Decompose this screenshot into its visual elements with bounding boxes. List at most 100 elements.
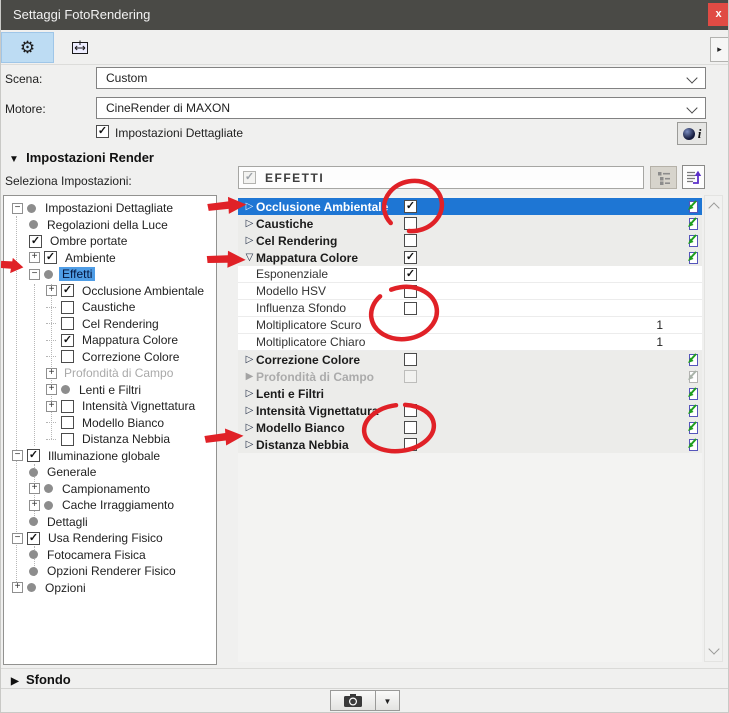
camera-dropdown-button[interactable]: ▼: [376, 690, 400, 711]
expand-icon[interactable]: +: [46, 368, 57, 379]
triangle-right-icon[interactable]: ▷: [243, 354, 256, 365]
tree-item-generale[interactable]: Generale: [4, 464, 216, 481]
effects-row-lenti-e-filtri[interactable]: ▷Lenti e Filtri: [238, 385, 702, 402]
tree-item-distanza-nebbia[interactable]: Distanza Nebbia: [4, 431, 216, 448]
tree-label[interactable]: Occlusione Ambientale: [79, 284, 207, 298]
row-checkbox-profondit-di-campo[interactable]: [404, 370, 417, 383]
camera-render-button[interactable]: [330, 690, 376, 711]
collapse-icon[interactable]: −: [12, 203, 23, 214]
triangle-right-icon[interactable]: ▷: [243, 235, 256, 246]
tree-item-correzione-colore[interactable]: Correzione Colore: [4, 349, 216, 366]
expand-icon[interactable]: +: [29, 483, 40, 494]
effects-row-intensit-vignettatura[interactable]: ▷Intensità Vignettatura: [238, 402, 702, 419]
tree-checkbox-occlusione-ambientale[interactable]: ✓: [61, 284, 74, 297]
settings-tree-panel[interactable]: − Impostazioni Dettagliate Regolazioni del…: [3, 195, 217, 665]
tree-item-illuminazione-globale[interactable]: −✓Illuminazione globale: [4, 448, 216, 465]
tree-checkbox-ambiente[interactable]: ✓: [44, 251, 57, 264]
tree-label[interactable]: Ombre portate: [47, 234, 130, 248]
row-checkbox-esponenziale[interactable]: ✓: [404, 268, 417, 281]
row-value-moltiplicatore-scuro[interactable]: 1: [618, 318, 663, 332]
tree-label[interactable]: Generale: [44, 465, 99, 479]
tree-checkbox-modello-bianco[interactable]: [61, 416, 74, 429]
list-view-button[interactable]: [650, 166, 677, 189]
tree-item-ambiente[interactable]: + ✓ Ambiente: [4, 250, 216, 267]
row-checkbox-distanza-nebbia[interactable]: [404, 438, 417, 451]
triangle-right-icon[interactable]: ▷: [243, 439, 256, 450]
tree-label[interactable]: Opzioni Renderer Fisico: [44, 564, 179, 578]
effects-row-correzione-colore[interactable]: ▷Correzione Colore: [238, 351, 702, 368]
tree-label[interactable]: Effetti: [59, 267, 95, 281]
scroll-up-icon[interactable]: [708, 202, 719, 213]
tree-label[interactable]: Intensità Vignettatura: [79, 399, 198, 413]
row-checkbox-correzione-colore[interactable]: [404, 353, 417, 366]
effects-row-moltiplicatore-scuro[interactable]: Moltiplicatore Scuro1: [238, 317, 702, 334]
tree-item-fotocamera-fisica[interactable]: Fotocamera Fisica: [4, 547, 216, 564]
row-value-moltiplicatore-chiaro[interactable]: 1: [618, 335, 663, 349]
tree-label[interactable]: Correzione Colore: [79, 350, 182, 364]
tree-item-occlusione-ambientale[interactable]: +✓Occlusione Ambientale: [4, 283, 216, 300]
effects-row-cel-rendering[interactable]: ▷Cel Rendering: [238, 232, 702, 249]
row-checkbox-influenza-sfondo[interactable]: [404, 302, 417, 315]
row-checkbox-occlusione-ambientale[interactable]: ✓: [404, 200, 417, 213]
row-checkbox-mappatura-colore[interactable]: ✓: [404, 251, 417, 264]
tree-checkbox-distanza-nebbia[interactable]: [61, 433, 74, 446]
tab-image-size[interactable]: [54, 32, 107, 63]
toolbar-overflow-button[interactable]: ▸: [710, 37, 729, 62]
close-button[interactable]: x: [708, 3, 729, 26]
tree-label[interactable]: Cache Irraggiamento: [59, 498, 177, 512]
tree-item-usa-rendering-fisico[interactable]: −✓Usa Rendering Fisico: [4, 530, 216, 547]
tree-checkbox-mappatura-colore[interactable]: ✓: [61, 334, 74, 347]
expand-icon[interactable]: +: [29, 252, 40, 263]
expand-icon[interactable]: +: [29, 500, 40, 511]
tree-label[interactable]: Impostazioni Dettagliate: [42, 201, 176, 215]
row-checkbox-cel-rendering[interactable]: [404, 234, 417, 247]
row-checkbox-modello-bianco[interactable]: [404, 421, 417, 434]
tree-label[interactable]: Campionamento: [59, 482, 153, 496]
tree-item-impostazioni-dettagliate[interactable]: − Impostazioni Dettagliate: [4, 200, 216, 217]
triangle-right-icon[interactable]: ▶: [243, 371, 256, 382]
impostazioni-render-section[interactable]: ▼ Impostazioni Render: [9, 150, 154, 165]
detailed-settings-checkbox[interactable]: ✓: [96, 125, 109, 138]
effects-row-mappatura-colore[interactable]: ▽Mappatura Colore✓: [238, 249, 702, 266]
tree-label[interactable]: Caustiche: [79, 300, 138, 314]
tree-label[interactable]: Mappatura Colore: [79, 333, 181, 347]
transfer-settings-icon[interactable]: [686, 438, 699, 457]
motore-select[interactable]: CineRender di MAXON: [96, 97, 706, 119]
sfondo-section[interactable]: ▶ Sfondo: [1, 668, 729, 689]
tree-checkbox-cel-rendering[interactable]: [61, 317, 74, 330]
tree-item-intensit-vignettatura[interactable]: +Intensità Vignettatura: [4, 398, 216, 415]
row-checkbox-caustiche[interactable]: [404, 217, 417, 230]
tree-checkbox-ombre-portate[interactable]: ✓: [29, 235, 42, 248]
triangle-down-icon[interactable]: ▽: [243, 252, 256, 263]
tree-checkbox-correzione-colore[interactable]: [61, 350, 74, 363]
vertical-scrollbar[interactable]: [704, 195, 723, 662]
effects-row-caustiche[interactable]: ▷Caustiche: [238, 215, 702, 232]
tree-label[interactable]: Lenti e Filtri: [76, 383, 144, 397]
tree-item-regolazioni-della-luce[interactable]: Regolazioni della Luce: [4, 217, 216, 234]
cinerender-info-button[interactable]: i: [677, 122, 707, 145]
expand-icon[interactable]: +: [46, 384, 57, 395]
effects-row-esponenziale[interactable]: Esponenziale✓: [238, 266, 702, 283]
effects-row-occlusione-ambientale[interactable]: ▷Occlusione Ambientale✓: [238, 198, 702, 215]
tree-item-effetti[interactable]: −Effetti: [4, 266, 216, 283]
effects-row-modello-bianco[interactable]: ▷Modello Bianco: [238, 419, 702, 436]
tree-label[interactable]: Usa Rendering Fisico: [45, 531, 166, 545]
effects-row-moltiplicatore-chiaro[interactable]: Moltiplicatore Chiaro1: [238, 334, 702, 351]
edit-settings-button[interactable]: [682, 165, 705, 189]
tree-item-cel-rendering[interactable]: Cel Rendering: [4, 316, 216, 333]
triangle-right-icon[interactable]: ▷: [243, 405, 256, 416]
tree-item-opzioni-renderer-fisico[interactable]: Opzioni Renderer Fisico: [4, 563, 216, 580]
tree-checkbox-caustiche[interactable]: [61, 301, 74, 314]
triangle-right-icon[interactable]: ▷: [243, 201, 256, 212]
tree-label[interactable]: Profondità di Campo: [61, 366, 176, 380]
triangle-right-icon[interactable]: ▷: [243, 218, 256, 229]
tree-label[interactable]: Opzioni: [42, 581, 89, 595]
effects-row-profondit-di-campo[interactable]: ▶Profondità di Campo: [238, 368, 702, 385]
collapse-icon[interactable]: −: [12, 533, 23, 544]
tree-item-ombre-portate[interactable]: ✓ Ombre portate: [4, 233, 216, 250]
tree-checkbox-intensit-vignettatura[interactable]: [61, 400, 74, 413]
collapse-icon[interactable]: −: [12, 450, 23, 461]
tree-item-cache-irraggiamento[interactable]: + Cache Irraggiamento: [4, 497, 216, 514]
tree-label[interactable]: Ambiente: [62, 251, 119, 265]
triangle-right-icon[interactable]: ▷: [243, 388, 256, 399]
